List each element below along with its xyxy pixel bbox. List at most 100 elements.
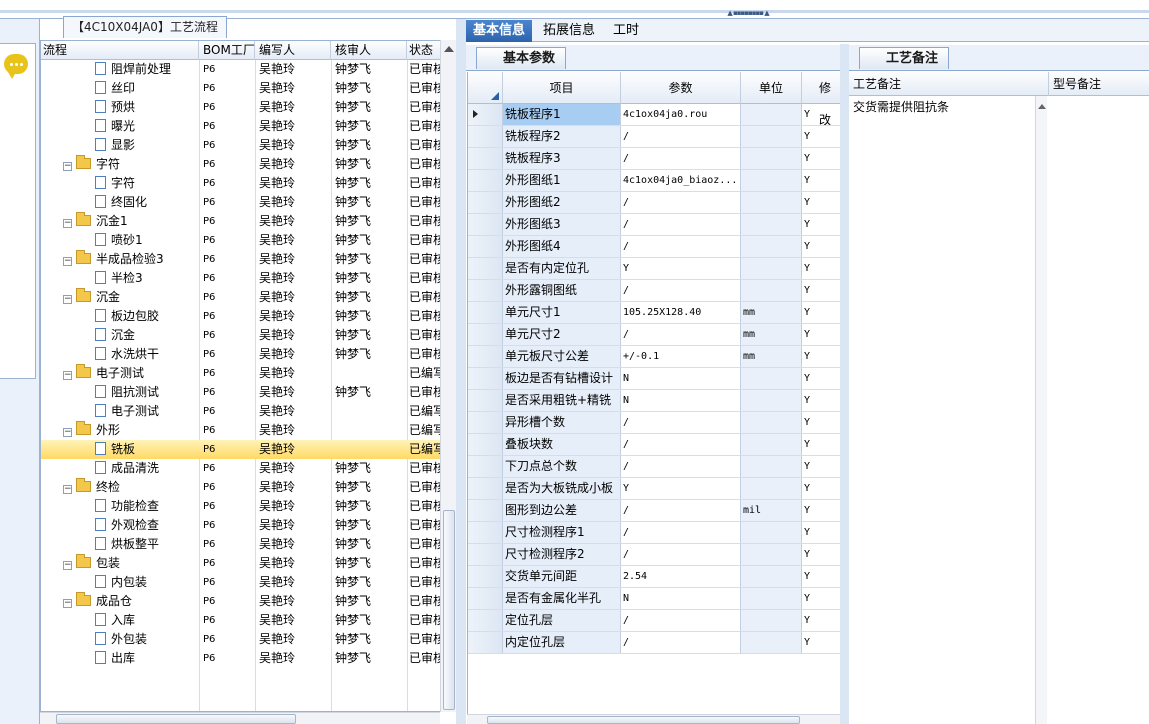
process-flow-tab[interactable]: 【4C10X04JA0】工艺流程 xyxy=(63,16,227,38)
row-indicator[interactable] xyxy=(468,456,503,477)
row-indicator[interactable] xyxy=(468,346,503,367)
param-value[interactable]: / xyxy=(621,192,741,213)
param-row[interactable]: 单元尺寸1 105.25X128.40 mm Y xyxy=(468,302,840,324)
col-header-status[interactable]: 状态 xyxy=(407,41,441,60)
param-modify[interactable]: Y xyxy=(802,346,840,367)
param-unit[interactable] xyxy=(741,456,802,477)
param-modify[interactable]: Y xyxy=(802,258,840,279)
tab-process-remarks[interactable]: 工艺备注 xyxy=(859,47,950,69)
grid-corner[interactable] xyxy=(468,72,503,104)
param-item[interactable]: 是否采用粗铣+精铣 xyxy=(503,390,621,411)
row-indicator[interactable] xyxy=(468,126,503,147)
tree-row[interactable]: 终固化 P6 吴艳玲 钟梦飞 已审核 xyxy=(41,193,441,212)
tree-row-name-cell[interactable]: 水洗烘干 xyxy=(41,345,198,364)
tree-row-name-cell[interactable]: − 字符 xyxy=(41,155,198,174)
param-modify[interactable]: Y xyxy=(802,412,840,433)
right-splitter[interactable] xyxy=(840,44,849,724)
param-row[interactable]: 是否有内定位孔 Y Y xyxy=(468,258,840,280)
tree-row[interactable]: 电子测试 P6 吴艳玲 已编写 xyxy=(41,402,441,421)
param-value[interactable]: N xyxy=(621,390,741,411)
row-indicator[interactable] xyxy=(468,412,503,433)
tree-row[interactable]: 预烘 P6 吴艳玲 钟梦飞 已审核 xyxy=(41,98,441,117)
tree-row-name-cell[interactable]: − 半成品检验3 xyxy=(41,250,198,269)
param-row[interactable]: 单元板尺寸公差 +/-0.1 mm Y xyxy=(468,346,840,368)
param-modify[interactable]: Y xyxy=(802,478,840,499)
param-value[interactable]: / xyxy=(621,610,741,631)
tree-row[interactable]: 外观检查 P6 吴艳玲 钟梦飞 已审核 xyxy=(41,516,441,535)
param-value[interactable]: N xyxy=(621,368,741,389)
param-modify[interactable]: Y xyxy=(802,302,840,323)
param-modify[interactable]: Y xyxy=(802,544,840,565)
tree-row-name-cell[interactable]: 出库 xyxy=(41,649,198,668)
tree-row-name-cell[interactable]: 丝印 xyxy=(41,79,198,98)
row-indicator[interactable] xyxy=(468,148,503,169)
tree-row-name-cell[interactable]: 内包装 xyxy=(41,573,198,592)
param-value[interactable]: / xyxy=(621,148,741,169)
param-modify[interactable]: Y xyxy=(802,280,840,301)
param-item[interactable]: 是否为大板铣成小板 xyxy=(503,478,621,499)
collapse-toggle-icon[interactable]: − xyxy=(63,295,72,304)
tree-row-name-cell[interactable]: − 外形 xyxy=(41,421,198,440)
tree-row[interactable]: 烘板整平 P6 吴艳玲 钟梦飞 已审核 xyxy=(41,535,441,554)
tree-row[interactable]: 字符 P6 吴艳玲 钟梦飞 已审核 xyxy=(41,174,441,193)
param-value[interactable]: / xyxy=(621,412,741,433)
tree-row[interactable]: − 半成品检验3 P6 吴艳玲 钟梦飞 已审核 xyxy=(41,250,441,269)
param-unit[interactable] xyxy=(741,610,802,631)
tree-row[interactable]: 阻抗测试 P6 吴艳玲 钟梦飞 已审核 xyxy=(41,383,441,402)
row-indicator[interactable] xyxy=(468,544,503,565)
collapse-toggle-icon[interactable]: − xyxy=(63,371,72,380)
tree-row-name-cell[interactable]: − 沉金 xyxy=(41,288,198,307)
param-item[interactable]: 外形图纸4 xyxy=(503,236,621,257)
param-item[interactable]: 铣板程序3 xyxy=(503,148,621,169)
param-modify[interactable]: Y xyxy=(802,632,840,653)
tree-row[interactable]: 曝光 P6 吴艳玲 钟梦飞 已审核 xyxy=(41,117,441,136)
row-indicator[interactable] xyxy=(468,104,503,125)
tree-row-name-cell[interactable]: − 电子测试 xyxy=(41,364,198,383)
param-modify[interactable]: Y xyxy=(802,324,840,345)
param-unit[interactable] xyxy=(741,522,802,543)
param-item[interactable]: 是否有金属化半孔 xyxy=(503,588,621,609)
param-modify[interactable]: Y xyxy=(802,522,840,543)
tree-row[interactable]: − 包装 P6 吴艳玲 钟梦飞 已审核 xyxy=(41,554,441,573)
param-row[interactable]: 铣板程序2/ Y xyxy=(468,126,840,148)
tree-row[interactable]: − 终检 P6 吴艳玲 钟梦飞 已审核 xyxy=(41,478,441,497)
param-unit[interactable]: mm xyxy=(741,324,802,345)
collapse-toggle-icon[interactable]: − xyxy=(63,428,72,437)
param-row[interactable]: 板边是否有钻槽设计 N Y xyxy=(468,368,840,390)
param-item[interactable]: 外形图纸2 xyxy=(503,192,621,213)
tree-row[interactable]: 外包装 P6 吴艳玲 钟梦飞 已审核 xyxy=(41,630,441,649)
param-value[interactable]: / xyxy=(621,500,741,521)
row-indicator[interactable] xyxy=(468,610,503,631)
col-header-modify[interactable]: 修改 xyxy=(802,72,840,127)
param-unit[interactable] xyxy=(741,544,802,565)
param-item[interactable]: 交货单元间距 xyxy=(503,566,621,587)
param-value[interactable]: / xyxy=(621,456,741,477)
tree-row[interactable]: 入库 P6 吴艳玲 钟梦飞 已审核 xyxy=(41,611,441,630)
tab-basic-info[interactable]: 基本信息 xyxy=(466,20,533,42)
param-unit[interactable] xyxy=(741,412,802,433)
param-row[interactable]: 尺寸检测程序1/ Y xyxy=(468,522,840,544)
tree-row-name-cell[interactable]: − 终检 xyxy=(41,478,198,497)
tree-row[interactable]: 内包装 P6 吴艳玲 钟梦飞 已审核 xyxy=(41,573,441,592)
tree-row-name-cell[interactable]: 喷砂1 xyxy=(41,231,198,250)
param-item[interactable]: 异形槽个数 xyxy=(503,412,621,433)
row-indicator[interactable] xyxy=(468,632,503,653)
tree-row[interactable]: − 沉金 P6 吴艳玲 钟梦飞 已审核 xyxy=(41,288,441,307)
param-modify[interactable]: Y xyxy=(802,390,840,411)
tree-row[interactable]: 成品清洗 P6 吴艳玲 钟梦飞 已审核 xyxy=(41,459,441,478)
param-unit[interactable] xyxy=(741,390,802,411)
tree-row-name-cell[interactable]: − 包装 xyxy=(41,554,198,573)
param-modify[interactable]: Y xyxy=(802,126,840,147)
param-value[interactable]: N xyxy=(621,588,741,609)
tree-row-name-cell[interactable]: 字符 xyxy=(41,174,198,193)
tree-row-name-cell[interactable]: − 成品仓 xyxy=(41,592,198,611)
row-indicator[interactable] xyxy=(468,236,503,257)
param-item[interactable]: 外形图纸1 xyxy=(503,170,621,191)
param-modify[interactable]: Y xyxy=(802,236,840,257)
col-header-bom[interactable]: BOM工厂 xyxy=(201,41,255,60)
tree-row[interactable]: 水洗烘干 P6 吴艳玲 钟梦飞 已审核 xyxy=(41,345,441,364)
param-modify[interactable]: Y xyxy=(802,368,840,389)
param-unit[interactable] xyxy=(741,588,802,609)
tree-row-name-cell[interactable]: − 沉金1 xyxy=(41,212,198,231)
tree-row-name-cell[interactable]: 预烘 xyxy=(41,98,198,117)
